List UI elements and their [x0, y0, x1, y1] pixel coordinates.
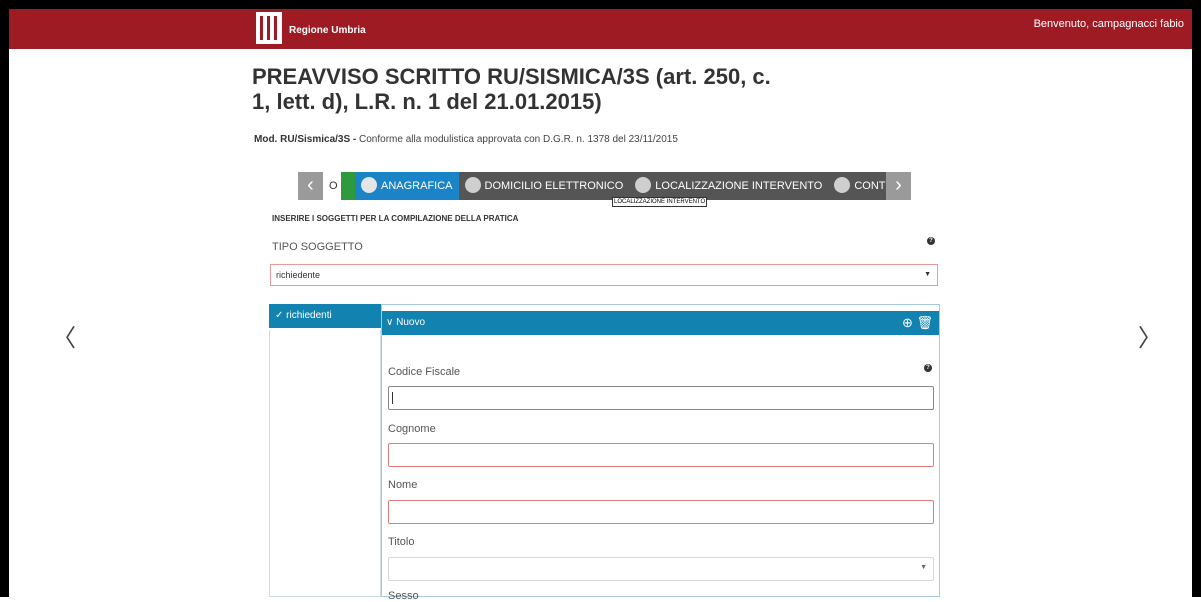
welcome-user[interactable]: Benvenuto, campagnacci fabio: [1034, 18, 1184, 30]
add-delete-icons[interactable]: ⊕ 🗑: [902, 311, 933, 335]
codice-fiscale-label: Codice Fiscale: [388, 366, 461, 378]
help-icon[interactable]: ?: [924, 364, 932, 372]
step-completed-marker: [341, 172, 355, 200]
localizzazione-icon: [635, 177, 652, 194]
chevron-right-icon: ›: [895, 174, 902, 196]
module-description: Conforme alla modulistica approvata con …: [356, 134, 678, 145]
step-localizzazione-label: LOCALIZZAZIONE INTERVENTO: [655, 180, 823, 192]
sesso-label: Sesso: [388, 590, 419, 602]
logo-text[interactable]: Regione Umbria: [289, 25, 366, 36]
page-subtitle: Mod. RU/Sismica/3S - Conforme alla modul…: [254, 134, 678, 145]
step-anagrafica-label: ANAGRAFICA: [381, 180, 453, 192]
step-anagrafica[interactable]: ANAGRAFICA: [355, 172, 459, 200]
step-domicilio-label: DOMICILIO ELETTRONICO: [484, 180, 624, 192]
codice-fiscale-input[interactable]: [388, 386, 934, 410]
step-previous-label: O: [329, 180, 338, 192]
caret-down-icon: ▼: [920, 564, 927, 571]
step-tooltip: LOCALIZZAZIONE INTERVENTO: [612, 197, 708, 207]
panel-header[interactable]: ∨ Nuovo ⊕ 🗑: [382, 311, 939, 335]
next-page-arrow[interactable]: 〉: [1138, 318, 1162, 353]
domicilio-icon: [464, 177, 481, 194]
tipo-soggetto-value: richiedente: [276, 270, 321, 280]
help-icon[interactable]: ?: [927, 237, 935, 245]
step-contenuto-label: CONTENUTO: [854, 180, 886, 192]
chevron-left-icon: ‹: [307, 174, 314, 196]
steps-next-button[interactable]: ›: [886, 172, 911, 200]
step-domicilio-elettronico[interactable]: DOMICILIO ELETTRONICO: [459, 172, 630, 200]
wizard-steps: O ANAGRAFICA DOMICILIO ELETTRONICO LOCALIZZ…: [323, 172, 886, 200]
nome-input[interactable]: [388, 500, 934, 524]
text-cursor: [392, 392, 393, 404]
panel-title: ∨ Nuovo: [386, 317, 426, 328]
cognome-label: Cognome: [388, 423, 436, 435]
step-localizzazione-intervento[interactable]: LOCALIZZAZIONE INTERVENTO: [629, 172, 828, 200]
nome-label: Nome: [388, 479, 418, 491]
section-heading: INSERIRE I SOGGETTI PER LA COMPILAZIONE …: [272, 214, 519, 223]
page-title: PREAVVISO SCRITTO RU/SISMICA/3S (art. 25…: [252, 64, 771, 114]
steps-prev-button[interactable]: ‹: [298, 172, 323, 200]
titolo-select[interactable]: ▼: [388, 557, 934, 581]
titolo-label: Titolo: [388, 536, 415, 548]
caret-down-icon: ▼: [924, 271, 931, 278]
anagrafica-icon: [361, 177, 377, 194]
step-contenuto[interactable]: CONTENUTO: [828, 172, 886, 200]
tipo-soggetto-select[interactable]: richiedente ▼: [270, 264, 938, 286]
contenuto-icon: [834, 177, 851, 194]
prev-page-arrow[interactable]: 〈: [52, 318, 76, 353]
tipo-soggetto-label: TIPO SOGGETTO: [272, 241, 363, 253]
regione-umbria-logo[interactable]: [256, 12, 282, 44]
subject-tabs-column: [269, 304, 381, 597]
top-bar: Regione Umbria Benvenuto, campagnacci fa…: [9, 9, 1192, 49]
step-previous[interactable]: O: [323, 172, 341, 200]
cognome-input[interactable]: [388, 443, 934, 467]
tab-richiedenti[interactable]: ✓ richiedenti: [269, 304, 381, 330]
module-code: Mod. RU/Sismica/3S -: [254, 134, 357, 145]
